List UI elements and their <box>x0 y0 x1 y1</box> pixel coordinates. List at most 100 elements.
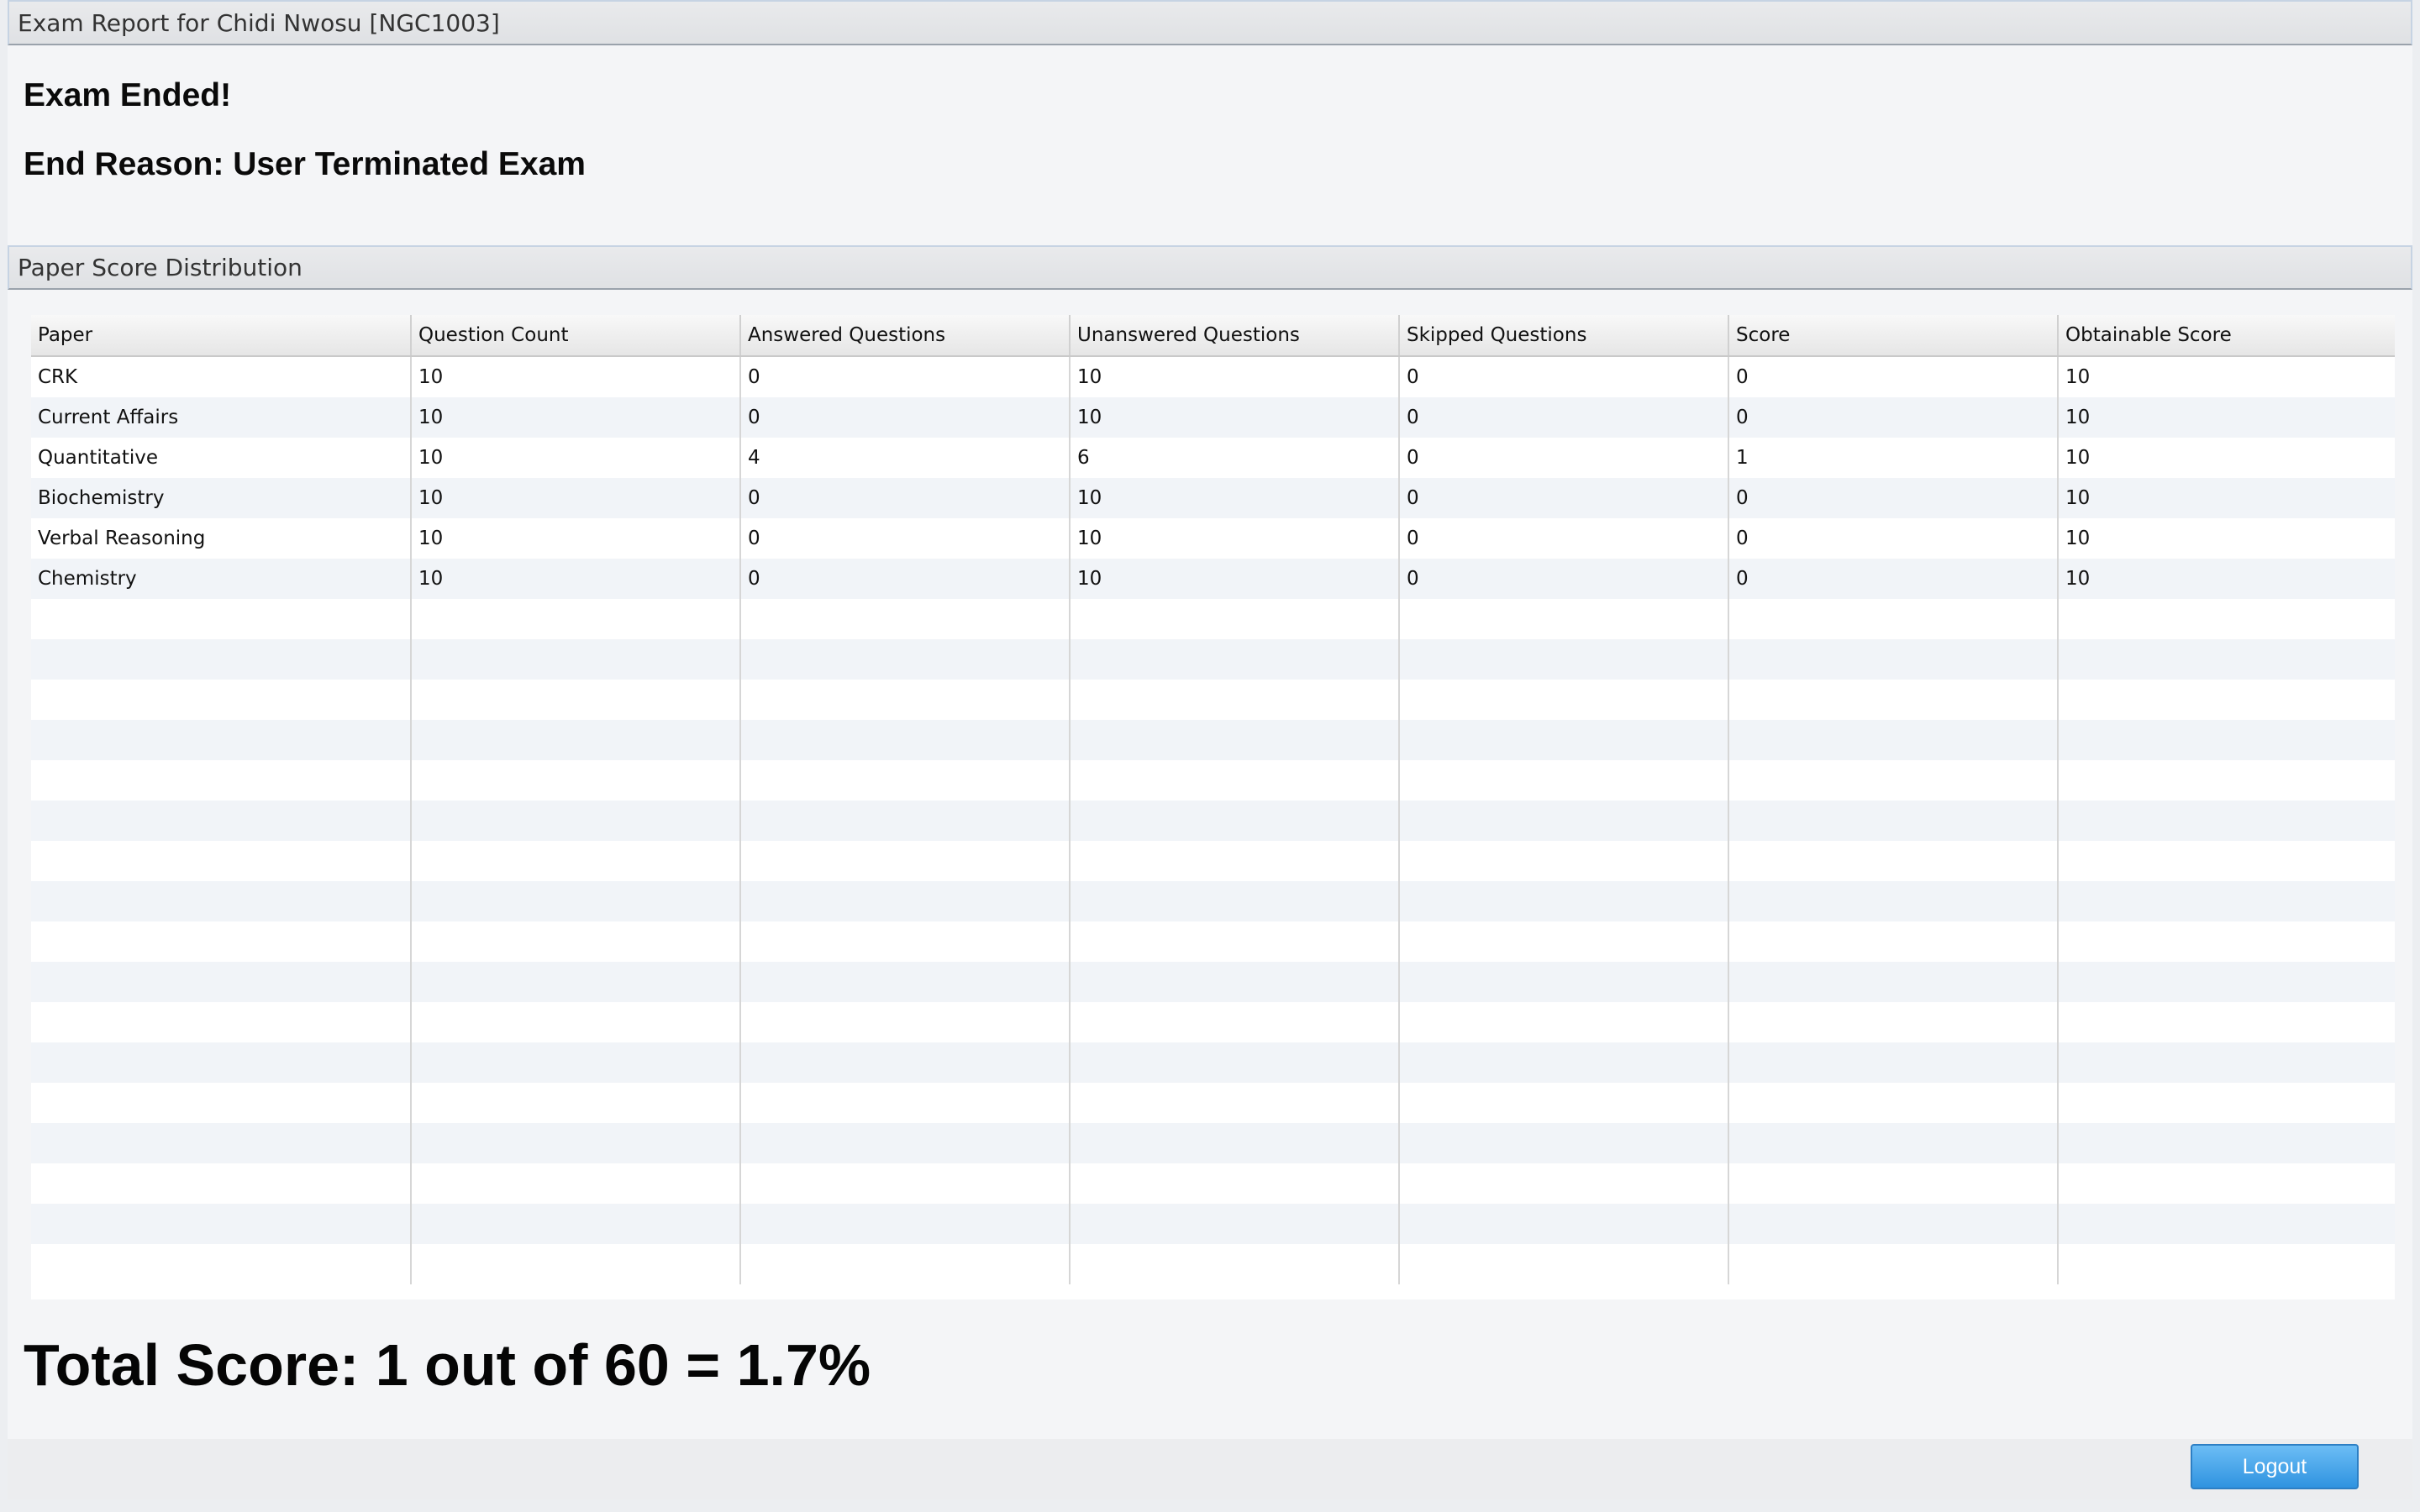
table-cell <box>1400 1042 1729 1083</box>
table-row[interactable]: Chemistry 10 0 10 0 0 10 <box>31 559 2395 599</box>
table-cell: 10 <box>1071 518 1400 559</box>
table-cell <box>31 841 412 881</box>
column-header-unanswered-questions[interactable]: Unanswered Questions <box>1071 315 1400 355</box>
table-cell <box>1400 921 1729 962</box>
table-cell <box>1071 921 1400 962</box>
table-cell <box>2059 801 2395 841</box>
table-cell: 10 <box>1071 357 1400 397</box>
table-cell: 0 <box>741 518 1071 559</box>
table-cell <box>2059 962 2395 1002</box>
table-cell <box>1400 1083 1729 1123</box>
column-header-question-count[interactable]: Question Count <box>412 315 741 355</box>
table-cell: 10 <box>412 397 741 438</box>
table-cell <box>1729 720 2059 760</box>
table-cell <box>412 720 741 760</box>
column-header-answered-questions[interactable]: Answered Questions <box>741 315 1071 355</box>
table-cell: Current Affairs <box>31 397 412 438</box>
table-cell <box>31 760 412 801</box>
table-cell <box>412 962 741 1002</box>
table-cell <box>412 1042 741 1083</box>
table-cell <box>1071 841 1400 881</box>
table-cell <box>1729 1002 2059 1042</box>
table-row[interactable]: CRK 10 0 10 0 0 10 <box>31 357 2395 397</box>
paper-score-grid[interactable]: Paper Question Count Answered Questions … <box>31 315 2395 1299</box>
table-cell <box>1400 962 1729 1002</box>
table-cell: 10 <box>412 357 741 397</box>
table-cell <box>1400 1123 1729 1163</box>
table-cell <box>31 1204 412 1244</box>
table-cell <box>741 760 1071 801</box>
table-cell: Chemistry <box>31 559 412 599</box>
table-cell <box>1071 1042 1400 1083</box>
table-cell: 10 <box>2065 407 2091 428</box>
table-cell <box>412 881 741 921</box>
table-cell: 10 <box>412 438 741 478</box>
table-cell <box>2059 1244 2395 1284</box>
empty-table-row <box>31 1244 2395 1284</box>
table-cell <box>741 1002 1071 1042</box>
table-cell: 10 <box>1071 478 1400 518</box>
empty-table-row <box>31 1002 2395 1042</box>
table-cell <box>2059 1042 2395 1083</box>
empty-table-row <box>31 639 2395 680</box>
table-cell <box>31 720 412 760</box>
table-cell <box>1071 639 1400 680</box>
footer-bar: Logout <box>8 1439 2412 1499</box>
table-cell <box>1729 639 2059 680</box>
table-cell <box>1071 1204 1400 1244</box>
table-cell <box>412 760 741 801</box>
empty-table-row <box>31 841 2395 881</box>
table-cell <box>1400 1002 1729 1042</box>
empty-table-row <box>31 881 2395 921</box>
table-cell <box>1071 801 1400 841</box>
table-cell <box>1400 599 1729 639</box>
table-cell <box>741 680 1071 720</box>
table-cell <box>1729 680 2059 720</box>
logout-button[interactable]: Logout <box>2191 1444 2359 1489</box>
table-row[interactable]: Biochemistry 10 0 10 0 0 10 <box>31 478 2395 518</box>
table-cell: 0 <box>1729 559 2059 599</box>
table-cell: 10 <box>1071 559 1400 599</box>
paper-score-panel: Paper Question Count Answered Questions … <box>8 290 2412 1439</box>
table-cell <box>412 1083 741 1123</box>
table-cell <box>2059 680 2395 720</box>
column-header-skipped-questions[interactable]: Skipped Questions <box>1400 315 1729 355</box>
table-cell: 0 <box>1400 357 1729 397</box>
table-cell <box>1729 1083 2059 1123</box>
column-header-obtainable-score[interactable]: Obtainable Score <box>2059 315 2395 355</box>
table-row[interactable]: Verbal Reasoning 10 0 10 0 0 10 <box>31 518 2395 559</box>
exam-status-panel: Exam Ended! End Reason: User Terminated … <box>8 45 2412 245</box>
table-cell <box>1071 1244 1400 1284</box>
column-header-paper[interactable]: Paper <box>31 315 412 355</box>
table-cell <box>1400 1204 1729 1244</box>
table-cell <box>1729 1123 2059 1163</box>
table-row[interactable]: Current Affairs 10 0 10 0 0 10 <box>31 397 2395 438</box>
table-cell <box>1729 760 2059 801</box>
table-cell <box>1729 599 2059 639</box>
table-cell: 0 <box>1729 518 2059 559</box>
table-cell <box>741 841 1071 881</box>
table-cell <box>412 1204 741 1244</box>
table-cell <box>412 801 741 841</box>
exam-ended-heading: Exam Ended! <box>24 77 232 113</box>
table-cell: 0 <box>1729 397 2059 438</box>
table-row[interactable]: Quantitative 10 4 6 0 1 10 <box>31 438 2395 478</box>
table-cell <box>741 639 1071 680</box>
empty-table-row <box>31 962 2395 1002</box>
table-cell <box>31 1042 412 1083</box>
table-cell: 10 <box>2065 447 2091 469</box>
table-cell: 4 <box>741 438 1071 478</box>
table-cell <box>2059 881 2395 921</box>
table-cell <box>741 921 1071 962</box>
table-cell: 0 <box>741 357 1071 397</box>
empty-table-row <box>31 599 2395 639</box>
table-cell: 10 <box>2065 366 2091 388</box>
table-cell: 10 <box>1071 397 1400 438</box>
table-cell <box>741 801 1071 841</box>
table-cell <box>31 1083 412 1123</box>
column-header-score[interactable]: Score <box>1729 315 2059 355</box>
table-cell <box>1400 1244 1729 1284</box>
table-cell: 10 <box>2065 528 2091 549</box>
empty-table-row <box>31 720 2395 760</box>
empty-table-row <box>31 760 2395 801</box>
